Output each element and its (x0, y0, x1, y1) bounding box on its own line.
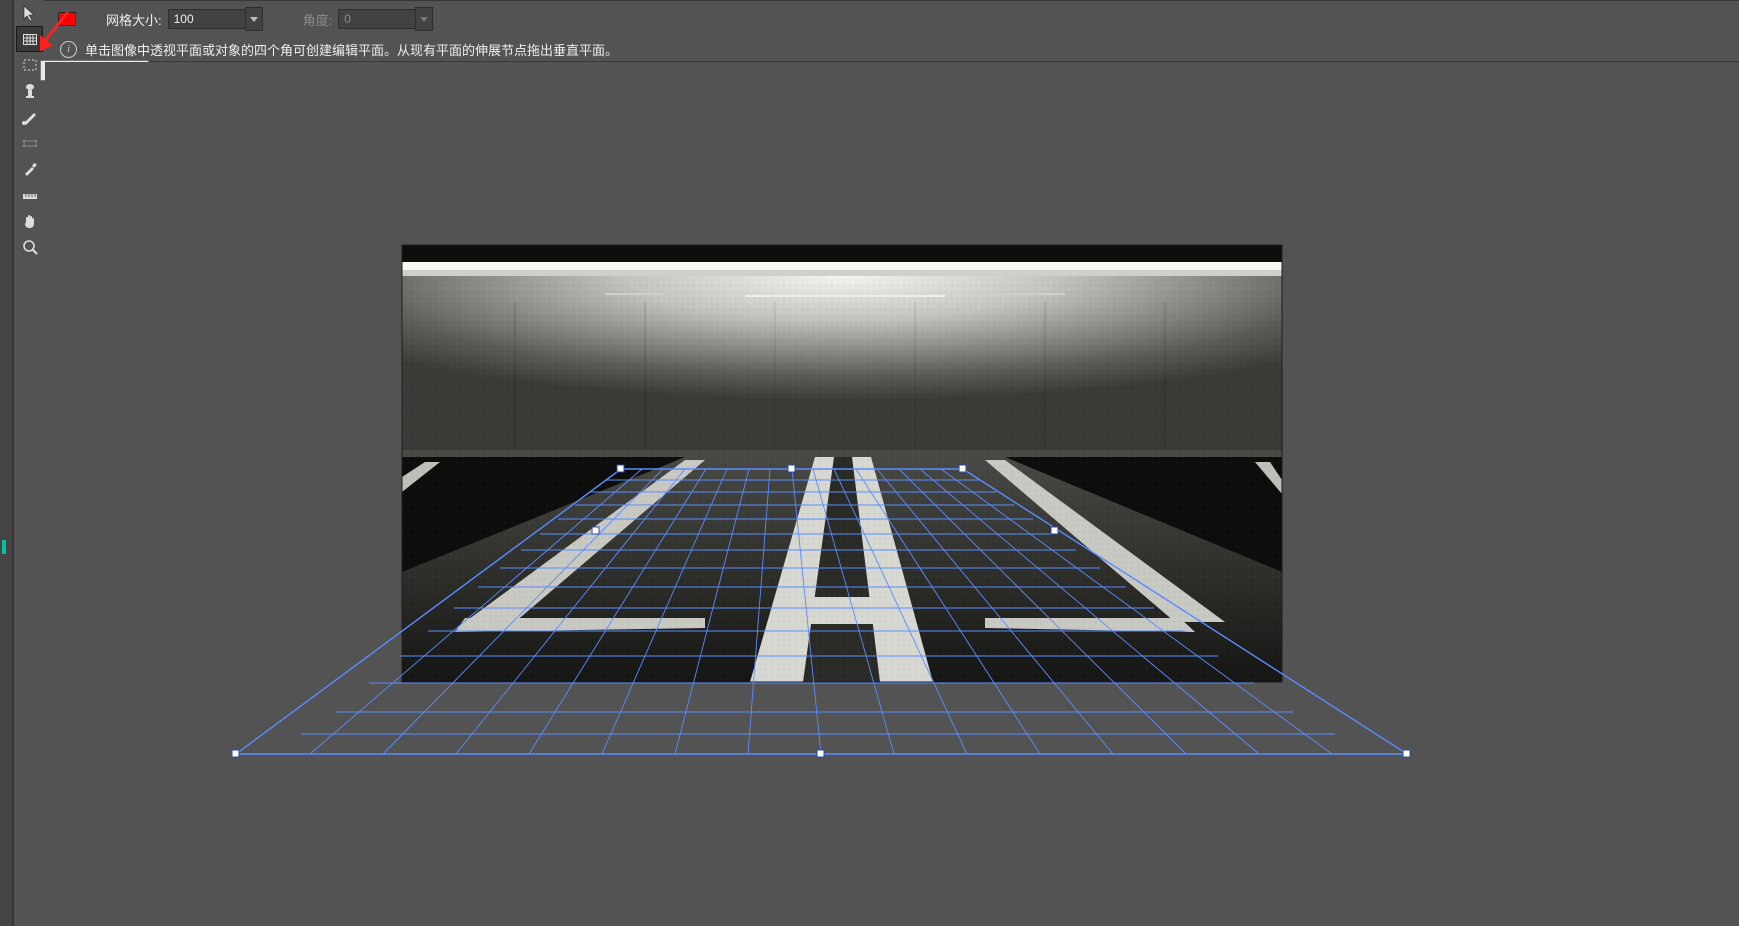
info-text: 单击图像中透视平面或对象的四个角可创建编辑平面。从现有平面的伸展节点拖出垂直平面… (85, 40, 618, 59)
measure-tool[interactable] (16, 182, 43, 208)
marquee-tool[interactable] (16, 52, 43, 78)
grid-size-label: 网格大小: (106, 10, 162, 29)
left-strip (0, 0, 13, 926)
hand-tool[interactable] (16, 208, 43, 234)
grid-handle-bottom-mid[interactable] (817, 750, 824, 757)
panel-handle[interactable] (2, 540, 6, 554)
brush-tool[interactable] (16, 104, 43, 130)
zoom-tool[interactable] (16, 234, 43, 260)
grid-size-dropdown[interactable] (245, 7, 263, 31)
canvas-area[interactable] (45, 62, 1739, 926)
angle-dropdown (415, 7, 433, 31)
canvas-svg (45, 62, 1739, 926)
grid-handle-right-mid[interactable] (1051, 527, 1058, 534)
edit-plane-tool[interactable] (16, 0, 43, 26)
transform-tool[interactable] (16, 130, 43, 156)
color-swatch[interactable] (58, 12, 76, 26)
document-image (402, 245, 1282, 682)
create-plane-tool[interactable] (16, 26, 43, 52)
stamp-tool[interactable] (16, 78, 43, 104)
chevron-down-icon (420, 17, 428, 22)
info-bar: i 单击图像中透视平面或对象的四个角可创建编辑平面。从现有平面的伸展节点拖出垂直… (44, 37, 1739, 62)
options-bar: 网格大小: 角度: (44, 0, 1739, 38)
eyedropper-tool[interactable] (16, 156, 43, 182)
grid-handle-left-mid[interactable] (592, 527, 599, 534)
angle-label: 角度: (303, 10, 333, 29)
grid-size-input[interactable] (168, 9, 246, 29)
grid-handle-top-mid[interactable] (788, 465, 795, 472)
info-icon: i (60, 41, 77, 58)
angle-input (338, 9, 416, 29)
tool-column (13, 0, 46, 926)
chevron-down-icon (250, 17, 258, 22)
